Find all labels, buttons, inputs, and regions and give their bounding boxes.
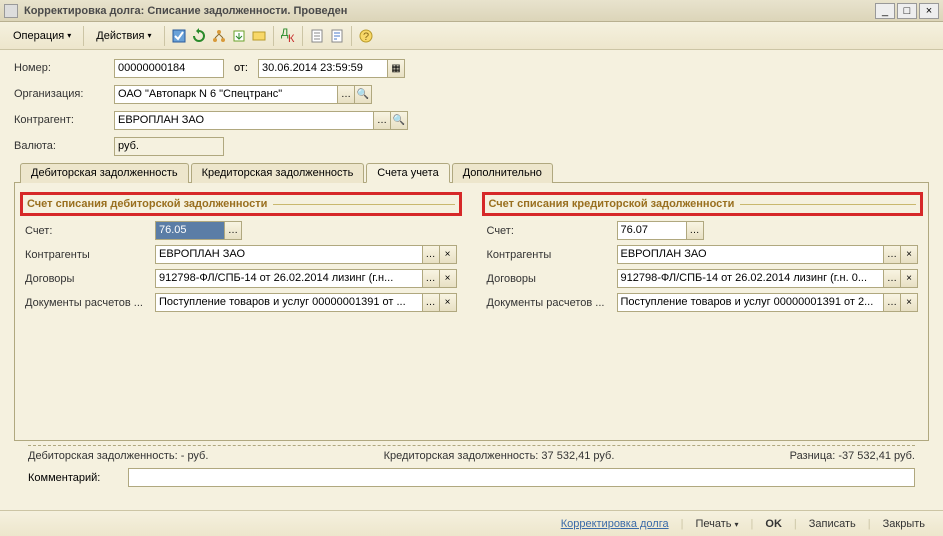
debit-total: Дебиторская задолженность: - руб. bbox=[28, 450, 208, 462]
credit-contracts-clear[interactable]: × bbox=[900, 269, 918, 288]
number-label: Номер: bbox=[14, 62, 114, 74]
calendar-button[interactable]: ▦ bbox=[387, 59, 405, 78]
diff-total: Разница: -37 532,41 руб. bbox=[790, 450, 915, 462]
tab-debit[interactable]: Дебиторская задолженность bbox=[20, 163, 189, 183]
save-button[interactable]: Записать bbox=[801, 515, 864, 533]
tabs: Дебиторская задолженность Кредиторская з… bbox=[14, 162, 929, 183]
help-icon[interactable]: ? bbox=[357, 27, 375, 45]
credit-docs-input[interactable]: Поступление товаров и услуг 00000001391 … bbox=[617, 293, 885, 312]
post-icon[interactable] bbox=[170, 27, 188, 45]
ok-button[interactable]: OK bbox=[757, 515, 790, 533]
debit-contragents-input[interactable]: ЕВРОПЛАН ЗАО bbox=[155, 245, 423, 264]
org-search-button[interactable]: 🔍 bbox=[354, 85, 372, 104]
maximize-button[interactable]: □ bbox=[897, 3, 917, 19]
debit-docs-input[interactable]: Поступление товаров и услуг 00000001391 … bbox=[155, 293, 423, 312]
debit-contracts-label: Договоры bbox=[25, 273, 155, 285]
credit-contracts-label: Договоры bbox=[487, 273, 617, 285]
comment-label: Комментарий: bbox=[28, 472, 128, 484]
app-icon bbox=[4, 4, 18, 18]
credit-account-input[interactable]: 76.07 bbox=[617, 221, 687, 240]
tab-credit[interactable]: Кредиторская задолженность bbox=[191, 163, 365, 183]
debit-fieldset: Счет списания дебиторской задолженности … bbox=[25, 197, 457, 430]
contragent-input[interactable]: ЕВРОПЛАН ЗАО bbox=[114, 111, 374, 130]
refresh-icon[interactable] bbox=[190, 27, 208, 45]
toolbar: Операция▾ Действия▾ ДК ? bbox=[0, 22, 943, 50]
basis-icon[interactable] bbox=[250, 27, 268, 45]
debit-contragents-label: Контрагенты bbox=[25, 249, 155, 261]
debit-docs-ellipsis[interactable]: … bbox=[422, 293, 440, 312]
print-button[interactable]: Печать▾ bbox=[687, 515, 746, 533]
svg-text:?: ? bbox=[363, 31, 369, 43]
credit-contracts-input[interactable]: 912798-ФЛ/СПБ-14 от 26.02.2014 лизинг (г… bbox=[617, 269, 885, 288]
bottom-toolbar: Корректировка долга | Печать▾ | OK | Зап… bbox=[0, 510, 943, 536]
dtcr-icon[interactable]: ДК bbox=[279, 27, 297, 45]
export-icon[interactable] bbox=[230, 27, 248, 45]
report-icon[interactable] bbox=[308, 27, 326, 45]
debit-docs-clear[interactable]: × bbox=[439, 293, 457, 312]
debit-legend: Счет списания дебиторской задолженности bbox=[25, 197, 457, 211]
debit-contragents-ellipsis[interactable]: … bbox=[422, 245, 440, 264]
from-label: от: bbox=[234, 62, 248, 74]
debit-contracts-input[interactable]: 912798-ФЛ/СПБ-14 от 26.02.2014 лизинг (г… bbox=[155, 269, 423, 288]
footer: Дебиторская задолженность: - руб. Кредит… bbox=[14, 441, 929, 487]
credit-account-ellipsis[interactable]: … bbox=[686, 221, 704, 240]
date-input[interactable]: 30.06.2014 23:59:59 bbox=[258, 59, 388, 78]
credit-total: Кредиторская задолженность: 37 532,41 ру… bbox=[384, 450, 615, 462]
org-input[interactable]: ОАО "Автопарк N 6 "Спецтранс" bbox=[114, 85, 338, 104]
credit-contragents-input[interactable]: ЕВРОПЛАН ЗАО bbox=[617, 245, 885, 264]
debit-account-ellipsis[interactable]: … bbox=[224, 221, 242, 240]
credit-contracts-ellipsis[interactable]: … bbox=[883, 269, 901, 288]
list-icon[interactable] bbox=[328, 27, 346, 45]
credit-legend: Счет списания кредиторской задолженности bbox=[487, 197, 919, 211]
comment-input[interactable] bbox=[128, 468, 915, 487]
credit-docs-ellipsis[interactable]: … bbox=[883, 293, 901, 312]
debit-contracts-ellipsis[interactable]: … bbox=[422, 269, 440, 288]
actions-menu[interactable]: Действия▾ bbox=[89, 27, 158, 45]
credit-account-label: Счет: bbox=[487, 225, 617, 237]
number-input[interactable]: 00000000184 bbox=[114, 59, 224, 78]
close-button[interactable]: × bbox=[919, 3, 939, 19]
tab-content: Счет списания дебиторской задолженности … bbox=[14, 183, 929, 441]
contragent-label: Контрагент: bbox=[14, 114, 114, 126]
contragent-ellipsis-button[interactable]: … bbox=[373, 111, 391, 130]
currency-input: руб. bbox=[114, 137, 224, 156]
debit-docs-label: Документы расчетов ... bbox=[25, 297, 155, 309]
minimize-button[interactable]: _ bbox=[875, 3, 895, 19]
org-label: Организация: bbox=[14, 88, 114, 100]
debit-contracts-clear[interactable]: × bbox=[439, 269, 457, 288]
operation-menu[interactable]: Операция▾ bbox=[6, 27, 78, 45]
tab-additional[interactable]: Дополнительно bbox=[452, 163, 553, 183]
credit-docs-clear[interactable]: × bbox=[900, 293, 918, 312]
credit-contragents-label: Контрагенты bbox=[487, 249, 617, 261]
contragent-search-button[interactable]: 🔍 bbox=[390, 111, 408, 130]
form-area: Номер: 00000000184 от: 30.06.2014 23:59:… bbox=[0, 50, 943, 495]
help-link[interactable]: Корректировка долга bbox=[553, 515, 677, 533]
titlebar: Корректировка долга: Списание задолженно… bbox=[0, 0, 943, 22]
credit-contragents-ellipsis[interactable]: … bbox=[883, 245, 901, 264]
structure-icon[interactable] bbox=[210, 27, 228, 45]
debit-account-input[interactable]: 76.05 bbox=[155, 221, 225, 240]
tab-accounts[interactable]: Счета учета bbox=[366, 163, 449, 183]
credit-fieldset: Счет списания кредиторской задолженности… bbox=[487, 197, 919, 430]
close-form-button[interactable]: Закрыть bbox=[875, 515, 933, 533]
debit-contragents-clear[interactable]: × bbox=[439, 245, 457, 264]
svg-text:К: К bbox=[288, 33, 295, 44]
credit-contragents-clear[interactable]: × bbox=[900, 245, 918, 264]
window-title: Корректировка долга: Списание задолженно… bbox=[24, 5, 873, 17]
credit-docs-label: Документы расчетов ... bbox=[487, 297, 617, 309]
currency-label: Валюта: bbox=[14, 140, 114, 152]
debit-account-label: Счет: bbox=[25, 225, 155, 237]
org-ellipsis-button[interactable]: … bbox=[337, 85, 355, 104]
